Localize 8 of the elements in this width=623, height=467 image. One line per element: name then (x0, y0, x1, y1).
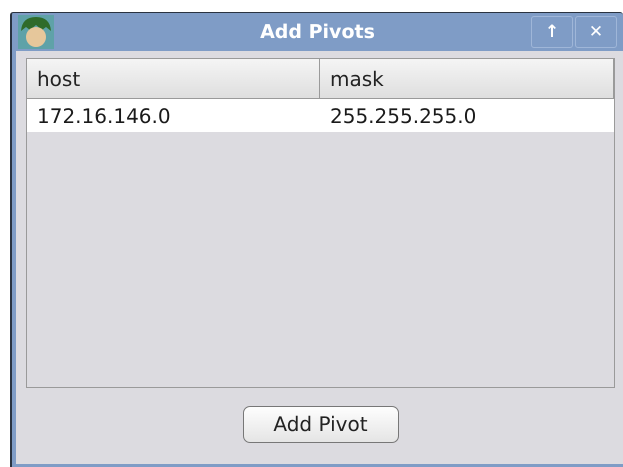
window-title: Add Pivots (260, 21, 375, 43)
column-header[interactable]: host (27, 59, 320, 98)
table-row[interactable]: 172.16.146.0 255.255.255.0 (27, 99, 614, 132)
column-header[interactable]: mask (320, 59, 614, 98)
avatar-icon (18, 15, 54, 49)
add-pivot-button[interactable]: Add Pivot (242, 406, 398, 442)
table-cell-text: 255.255.255.0 (329, 102, 478, 130)
table-cell-text: 172.16.146.0 (36, 102, 172, 130)
